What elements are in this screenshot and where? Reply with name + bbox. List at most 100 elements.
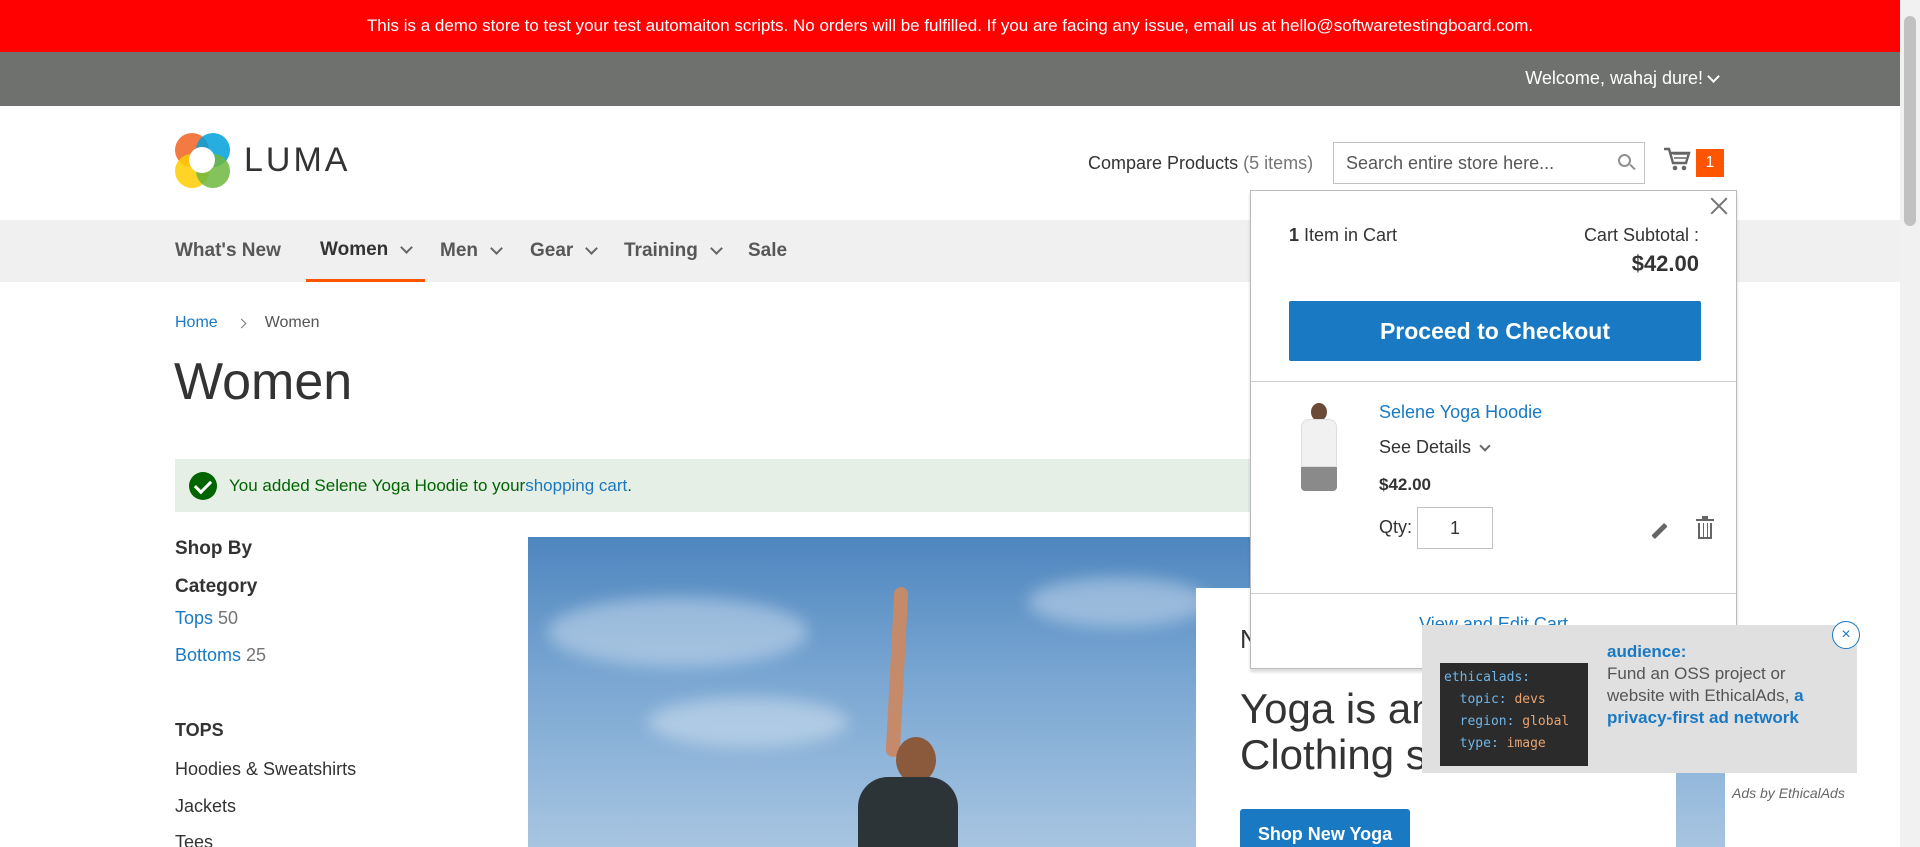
filter-label: Bottoms <box>175 645 242 665</box>
chevron-right-icon <box>236 318 247 328</box>
nav-label: Training <box>624 240 698 261</box>
code-value: global <box>1522 714 1570 729</box>
shopping-cart-link[interactable]: shopping cart <box>525 476 627 496</box>
compare-count: (5 items) <box>1243 153 1314 173</box>
compare-label: Compare Products <box>1088 153 1239 173</box>
tops-item-link[interactable]: Tees <box>175 832 213 847</box>
ad-lead: audience: <box>1607 642 1687 661</box>
ad-code-image: ethicalads: topic: devs region: global t… <box>1440 663 1588 766</box>
code-key: region: <box>1459 714 1515 729</box>
close-icon[interactable]: × <box>1832 621 1860 649</box>
close-icon[interactable] <box>1708 195 1730 217</box>
subtotal-value: $42.00 <box>1631 251 1699 276</box>
nav-item-sale[interactable]: Sale <box>748 220 787 282</box>
customer-menu-toggle[interactable]: Welcome, wahaj dure! <box>1525 68 1720 89</box>
page-scrollbar[interactable] <box>1900 0 1920 847</box>
scrollbar-thumb[interactable] <box>1904 16 1916 226</box>
minicart-count-number: 1 <box>1289 225 1300 245</box>
logo-link[interactable]: LUMA <box>175 133 350 188</box>
code-key: ethicalads: <box>1444 670 1531 685</box>
filter-label: Tops <box>175 608 214 628</box>
see-details-label: See Details <box>1379 437 1472 457</box>
filter-count: 50 <box>218 608 239 628</box>
search-input[interactable]: Search entire store here... <box>1333 142 1645 184</box>
subtotal-label: Cart Subtotal : <box>1583 225 1699 245</box>
ad-text: audience: Fund an OSS project or website… <box>1607 641 1822 729</box>
code-key: topic: <box>1459 692 1507 707</box>
nav-label: Sale <box>748 240 788 261</box>
product-price: $42.00 <box>1379 475 1431 494</box>
ad-code-line: type: image <box>1444 733 1584 755</box>
logo-text: LUMA <box>244 141 351 179</box>
model-arm <box>885 586 909 758</box>
breadcrumb: Home Women <box>175 314 320 332</box>
cart-count-badge[interactable]: 1 <box>1696 149 1724 177</box>
cloud-decoration <box>648 697 848 747</box>
demo-banner-text: This is a demo store to test your test a… <box>366 16 1534 35</box>
search-placeholder: Search entire store here... <box>1346 152 1555 173</box>
search-icon[interactable] <box>1618 154 1636 171</box>
ethicalads-banner[interactable]: ethicalads: topic: devs region: global t… <box>1422 621 1860 773</box>
qty-input[interactable]: 1 <box>1417 507 1493 549</box>
shop-new-yoga-button[interactable]: Shop New Yoga <box>1240 809 1410 847</box>
code-value: devs <box>1514 692 1546 707</box>
nav-label: Gear <box>530 240 574 261</box>
breadcrumb-current: Women <box>264 314 320 331</box>
sidebar-filters: Shop By Category Tops 50 Bottoms 25 TOPS… <box>175 538 475 847</box>
success-text: You added Selene Yoga Hoodie to your <box>229 475 526 495</box>
minicart-dropdown: 1 Item in Cart Cart Subtotal : $42.00 Pr… <box>1250 190 1737 669</box>
cart-icon[interactable] <box>1663 146 1691 172</box>
ad-code-line: region: global <box>1444 711 1584 733</box>
ads-by-ethicalads-link[interactable]: Ads by EthicalAds <box>1732 785 1845 801</box>
shop-by-heading: Shop By <box>175 538 253 559</box>
welcome-text: Welcome, wahaj dure! <box>1525 68 1703 88</box>
ad-body: Fund an OSS project or website with Ethi… <box>1607 664 1790 705</box>
breadcrumb-home-link[interactable]: Home <box>175 314 218 332</box>
nav-item-whats-new[interactable]: What's New <box>175 220 281 282</box>
proceed-to-checkout-button[interactable]: Proceed to Checkout <box>1289 301 1701 361</box>
checkmark-icon <box>189 471 217 500</box>
divider <box>1251 593 1736 594</box>
code-value: image <box>1506 736 1546 751</box>
minicart-count-text: Item in Cart <box>1304 225 1398 245</box>
chevron-down-icon <box>1479 439 1491 452</box>
nav-label: Men <box>440 240 478 261</box>
chevron-down-icon <box>400 240 414 254</box>
divider <box>1251 381 1736 382</box>
ad-code-line: topic: devs <box>1444 689 1584 711</box>
nav-label: What's New <box>175 240 281 261</box>
tops-heading: TOPS <box>175 720 224 740</box>
chevron-down-icon <box>1707 69 1720 83</box>
product-thumbnail[interactable] <box>1287 401 1351 493</box>
chevron-down-icon <box>490 242 503 255</box>
chevron-down-icon <box>710 242 723 255</box>
nav-item-training[interactable]: Training <box>624 220 723 282</box>
filter-bottoms-link[interactable]: Bottoms 25 <box>175 645 266 666</box>
edit-pencil-icon[interactable] <box>1650 522 1668 541</box>
product-name-link[interactable]: Selene Yoga Hoodie <box>1379 402 1542 423</box>
nav-item-gear[interactable]: Gear <box>530 220 599 282</box>
tops-item-link[interactable]: Jackets <box>175 796 236 817</box>
nav-item-women[interactable]: Women <box>306 220 426 282</box>
nav-item-men[interactable]: Men <box>440 220 503 282</box>
panel-header: Welcome, wahaj dure! <box>0 52 1900 106</box>
demo-banner: This is a demo store to test your test a… <box>0 0 1900 52</box>
compare-products-link[interactable]: Compare Products (5 items) <box>1088 153 1313 174</box>
ad-code-line: ethicalads: <box>1444 667 1584 689</box>
code-key: type: <box>1459 736 1499 751</box>
nav-label: Women <box>320 238 389 260</box>
filter-count: 25 <box>246 645 267 665</box>
model-body <box>858 777 958 847</box>
minicart-item-count: 1 Item in Cart <box>1289 225 1397 246</box>
cloud-decoration <box>548 597 808 667</box>
tops-item-link[interactable]: Hoodies & Sweatshirts <box>175 759 356 780</box>
trash-icon[interactable] <box>1696 516 1714 540</box>
category-heading: Category <box>175 576 258 597</box>
qty-label: Qty: <box>1379 517 1413 537</box>
cloud-decoration <box>1028 577 1208 627</box>
chevron-down-icon <box>585 242 599 255</box>
see-details-toggle[interactable]: See Details <box>1379 437 1491 458</box>
luma-logo-icon <box>175 133 230 188</box>
filter-tops-link[interactable]: Tops 50 <box>175 608 238 629</box>
page-title: Women <box>174 353 353 411</box>
